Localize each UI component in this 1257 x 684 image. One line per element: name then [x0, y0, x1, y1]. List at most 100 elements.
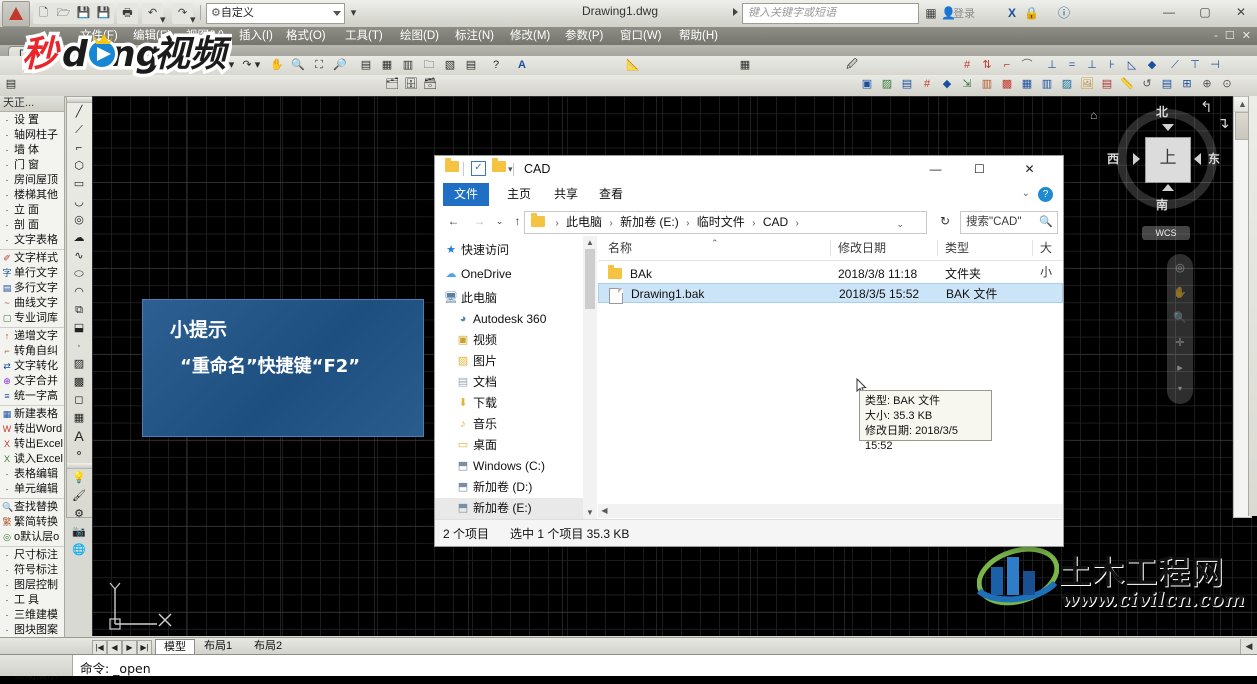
sheetset-icon[interactable]: 🗀 — [420, 56, 438, 74]
home-icon[interactable]: ⌂ — [1090, 108, 1097, 122]
center-mark-icon[interactable]: ⊣ — [1206, 56, 1224, 74]
search-expand-icon[interactable] — [733, 8, 738, 16]
modify-block-icon[interactable]: ◆ — [938, 75, 956, 93]
menu-window[interactable]: 窗口(W) — [615, 28, 667, 44]
explorer-search-input[interactable]: 搜索"CAD" 🔍 — [960, 211, 1058, 234]
modify-chart-icon[interactable]: ▨ — [1058, 75, 1076, 93]
modify-info-icon[interactable]: ⊙ — [1218, 75, 1236, 93]
nav-drive-e[interactable]: ⬒ 新加卷 (E:) — [435, 498, 583, 519]
tz-item-elevation[interactable]: · 立 面 — [0, 203, 64, 218]
tz-item-celledit[interactable]: · 单元编辑 — [0, 482, 64, 497]
modify-copy-icon[interactable]: ▤ — [898, 75, 916, 93]
region-icon[interactable]: ◻ — [67, 391, 91, 409]
nav-videos[interactable]: ▣ 视频 — [435, 330, 583, 351]
column-name[interactable]: 名称 — [608, 236, 632, 260]
prev-layout-button[interactable]: ◀ — [107, 640, 122, 655]
polyline-icon[interactable]: ⌐ — [67, 139, 91, 157]
exchange-x-icon[interactable]: X — [1005, 4, 1019, 22]
menu-tools[interactable]: 工具(T) — [340, 28, 388, 44]
light-icon[interactable]: 💡 — [67, 469, 91, 487]
tolerance-icon[interactable]: ⊤ — [1186, 56, 1204, 74]
column-type[interactable]: 类型 — [945, 236, 969, 260]
modify-undo-icon[interactable]: ↺ — [1138, 75, 1156, 93]
markup-icon[interactable]: ▧ — [441, 56, 459, 74]
tab-model[interactable]: 模型 — [155, 639, 195, 655]
modify-render-icon[interactable]: ▤ — [1098, 75, 1116, 93]
text-style-icon[interactable]: A — [513, 56, 531, 74]
breadcrumb-cad[interactable]: CAD — [763, 215, 788, 229]
view-cube-east[interactable]: 东 — [1208, 150, 1220, 167]
nav-autodesk-360[interactable]: ◕ Autodesk 360 — [435, 309, 583, 330]
tz-item-unifyheight[interactable]: ≡ 统一字高 — [0, 389, 64, 404]
table-icon[interactable]: ▦ — [67, 409, 91, 427]
address-input[interactable]: › 此电脑 › 新加卷 (E:) › 临时文件 › CAD › ⌄ — [524, 211, 927, 234]
modify-measure-icon[interactable]: 📏 — [1118, 75, 1136, 93]
tz-item-increment[interactable]: ↑ 递增文字 — [0, 329, 64, 344]
layer-previous-icon[interactable]: 🗂 — [383, 75, 401, 93]
undo-dropdown-icon[interactable]: ▾ — [159, 10, 166, 26]
pan-icon[interactable]: ✋ — [268, 56, 286, 74]
tz-item-3dmodel[interactable]: · 三维建模 — [0, 608, 64, 623]
modify-options-icon[interactable]: ⊕ — [1198, 75, 1216, 93]
workspace-combo[interactable]: ⚙自定义 — [206, 3, 345, 24]
tz-item-defaultlayer[interactable]: ◎ o默认层o — [0, 530, 64, 545]
view-cube-arrow-south[interactable] — [1162, 184, 1174, 191]
back-button[interactable]: ← — [445, 213, 462, 230]
circle-icon[interactable]: ◎ — [67, 211, 91, 229]
tab-view[interactable]: 查看 — [588, 183, 634, 206]
tz-item-blockhatch[interactable]: · 图块图案 — [0, 623, 64, 638]
layer-manager-icon[interactable]: ▤ — [2, 75, 20, 93]
forward-button[interactable]: → — [471, 213, 488, 230]
tz-item-settings[interactable]: · 设 置 — [0, 113, 64, 128]
right-toolbar-strip[interactable] — [1248, 96, 1257, 516]
exchange-icon[interactable]: ▦ — [922, 4, 940, 22]
zoom-icon[interactable]: 🔍 — [1167, 311, 1193, 324]
view-cube-face[interactable]: 上 — [1145, 137, 1191, 183]
menubar-window-controls[interactable]: - ☐ ✕ — [1214, 29, 1253, 42]
search-icon[interactable]: 🔍 — [1039, 215, 1053, 228]
material-icon[interactable]: 🖌 — [67, 487, 91, 505]
next-layout-button[interactable]: ▶ — [122, 640, 137, 655]
cad-close-button[interactable]: ✕ — [1228, 2, 1254, 22]
tz-item-symbol[interactable]: · 符号标注 — [0, 563, 64, 578]
designcenter-icon[interactable]: ▦ — [378, 56, 396, 74]
nav-downloads[interactable]: ⬇ 下载 — [435, 393, 583, 414]
point-icon[interactable]: · — [67, 337, 91, 355]
camera-icon[interactable]: 📷 — [67, 523, 91, 541]
ellipse-arc-icon[interactable]: ◠ — [67, 283, 91, 301]
add-selected-icon[interactable]: ⚬ — [67, 445, 91, 463]
modify-array-icon[interactable]: # — [918, 75, 936, 93]
view-cube-west[interactable]: 西 — [1107, 150, 1119, 167]
wcs-indicator[interactable]: WCS — [1142, 226, 1190, 240]
menu-draw[interactable]: 绘图(D) — [395, 28, 444, 44]
menu-dimension[interactable]: 标注(N) — [450, 28, 499, 44]
signin-label[interactable]: 登录 — [953, 5, 975, 21]
tab-layout1[interactable]: 布局1 — [196, 639, 240, 654]
tablestyle-icon[interactable]: ▦ — [736, 56, 754, 74]
tz-item-lexicon[interactable]: ▢ 专业词库 — [0, 311, 64, 326]
modify-table-icon[interactable]: ▦ — [1018, 75, 1036, 93]
properties-icon[interactable]: ▤ — [357, 56, 375, 74]
nav-pictures[interactable]: ▨ 图片 — [435, 351, 583, 372]
view-cube-arrow-west[interactable] — [1133, 153, 1140, 165]
dim-aligned-icon[interactable]: ⇅ — [978, 56, 996, 74]
toolpalettes-icon[interactable]: ▥ — [399, 56, 417, 74]
rotate-ccw-icon[interactable]: ↰ — [1200, 98, 1213, 116]
rectangle-icon[interactable]: ▭ — [67, 175, 91, 193]
breadcrumb-this-pc[interactable]: 此电脑 — [566, 215, 602, 229]
refresh-icon[interactable]: ↻ — [940, 214, 950, 228]
tz-item-findreplace[interactable]: 🔍 查找替换 — [0, 500, 64, 515]
tz-item-multitext[interactable]: ▤ 多行文字 — [0, 281, 64, 296]
modify-publish-icon[interactable]: ⊞ — [1178, 75, 1196, 93]
navigation-bar[interactable]: ◎ ✋ 🔍 ✛ ▸ ▾ — [1167, 254, 1193, 404]
align-top-icon[interactable]: ⊥ — [1043, 56, 1061, 74]
modify-attach-icon[interactable]: ▥ — [978, 75, 996, 93]
steering-wheel-icon[interactable]: ◎ — [1167, 261, 1193, 274]
tz-item-axis[interactable]: · 轴网柱子 — [0, 128, 64, 143]
align-middle-icon[interactable]: = — [1063, 56, 1081, 74]
make-current-icon[interactable]: 🗄 — [402, 75, 420, 93]
zoom-previous-icon[interactable]: 🔎 — [331, 56, 349, 74]
align-left-icon[interactable]: ⊦ — [1103, 56, 1121, 74]
dim-angular-icon[interactable]: ⌐ — [998, 56, 1016, 74]
layers-icon[interactable]: ▤ — [462, 56, 480, 74]
